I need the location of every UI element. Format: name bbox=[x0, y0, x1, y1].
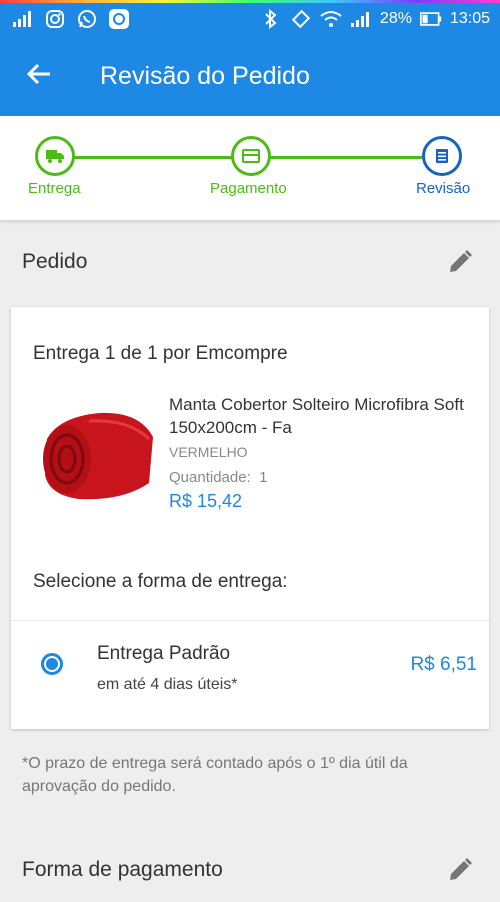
signal-icon bbox=[12, 8, 34, 30]
step-connector bbox=[72, 156, 232, 159]
delivery-card: Entrega 1 de 1 por Emcompre Manta Cobert… bbox=[11, 307, 489, 729]
app-notification-icon bbox=[108, 8, 130, 30]
checkout-stepper: Entrega Pagamento Revisão bbox=[0, 116, 500, 220]
payment-section-title: Forma de pagamento bbox=[22, 858, 223, 881]
back-arrow-icon[interactable] bbox=[24, 58, 56, 90]
truck-icon bbox=[46, 150, 64, 163]
product-name: Manta Cobertor Solteiro Microfibra Soft … bbox=[169, 395, 464, 437]
delivery-card-title: Entrega 1 de 1 por Emcompre bbox=[33, 343, 288, 364]
app-bar: Revisão do Pedido bbox=[0, 36, 500, 116]
page-title: Revisão do Pedido bbox=[100, 62, 310, 90]
step-label-pagamento: Pagamento bbox=[210, 180, 287, 197]
delivery-note: *O prazo de entrega será contado após o … bbox=[22, 755, 408, 795]
payment-section-header: Forma de pagamento bbox=[0, 842, 500, 902]
battery-icon bbox=[419, 8, 442, 30]
product-image bbox=[39, 399, 159, 509]
product-quantity: Quantidade: 1 bbox=[169, 469, 267, 486]
whatsapp-icon bbox=[76, 8, 98, 30]
bluetooth-icon bbox=[260, 8, 282, 30]
shipping-option-price: R$ 6,51 bbox=[410, 654, 477, 675]
divider bbox=[11, 620, 489, 621]
wifi-icon bbox=[320, 8, 342, 30]
step-pagamento bbox=[231, 136, 271, 176]
battery-percent: 28% bbox=[379, 10, 412, 27]
system-icons: 28% 13:05 bbox=[260, 8, 490, 30]
step-entrega bbox=[35, 136, 75, 176]
shipping-prompt: Selecione a forma de entrega: bbox=[33, 571, 288, 592]
clock: 13:05 bbox=[449, 10, 490, 27]
cell-signal-icon bbox=[350, 8, 372, 30]
edit-order-pencil-icon[interactable] bbox=[446, 248, 474, 276]
step-connector bbox=[270, 156, 422, 159]
quantity-label: Quantidade: bbox=[169, 469, 251, 486]
status-bar: 28% 13:05 bbox=[0, 3, 500, 36]
product-price: R$ 15,42 bbox=[169, 491, 243, 511]
shipping-radio-selected[interactable] bbox=[41, 653, 63, 675]
order-section-title: Pedido bbox=[22, 250, 88, 273]
document-list-icon bbox=[436, 149, 448, 163]
shipping-option-name[interactable]: Entrega Padrão bbox=[97, 643, 230, 665]
product-color: VERMELHO bbox=[169, 444, 248, 460]
credit-card-icon bbox=[242, 149, 260, 163]
step-label-revisao: Revisão bbox=[416, 180, 471, 197]
step-label-entrega: Entrega bbox=[28, 180, 81, 197]
step-revisao bbox=[422, 136, 462, 176]
edit-payment-pencil-icon[interactable] bbox=[446, 856, 474, 884]
order-section-header: Pedido bbox=[0, 234, 500, 294]
shipping-option-time: em até 4 dias úteis* bbox=[97, 676, 238, 693]
quantity-value: 1 bbox=[259, 469, 268, 486]
notification-icons bbox=[12, 8, 130, 30]
radio-dot bbox=[46, 658, 58, 670]
instagram-icon bbox=[44, 8, 66, 30]
vibrate-icon bbox=[290, 8, 312, 30]
